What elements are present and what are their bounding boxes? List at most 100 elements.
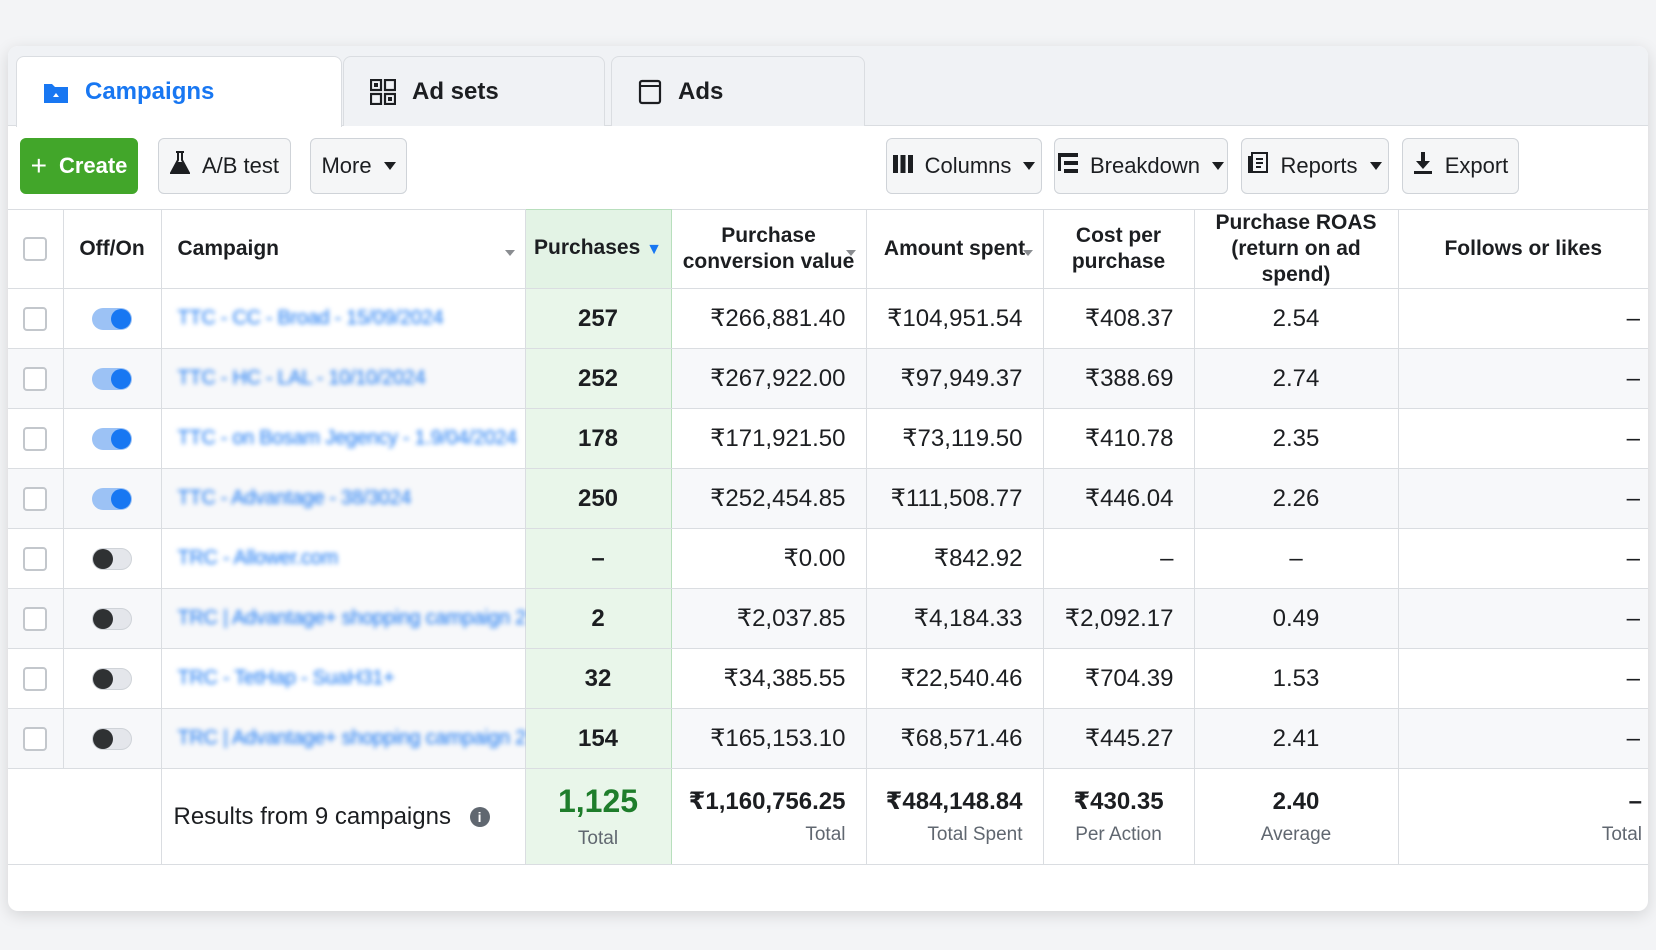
table-row[interactable]: TTC - Advantage - 38/3024 250 ₹252,454.85 ₹…	[8, 468, 1648, 529]
export-button[interactable]: Export	[1402, 138, 1519, 194]
header-follows[interactable]: Follows or likes	[1398, 209, 1648, 289]
conv-value-total-sub: Total	[805, 824, 846, 845]
row-checkbox[interactable]	[23, 607, 48, 632]
select-all-checkbox[interactable]	[23, 237, 48, 262]
header-amount-spent[interactable]: Amount spent	[866, 209, 1044, 289]
conversion-value-cell: ₹0.00	[671, 528, 867, 589]
header-roas-line2: (return on ad spend)	[1231, 237, 1361, 286]
chevron-down-icon	[1369, 162, 1382, 170]
row-checkbox[interactable]	[23, 307, 48, 332]
row-checkbox-cell	[8, 708, 64, 769]
more-label: More	[321, 153, 372, 178]
header-off-on: Off/On	[63, 209, 162, 289]
delivery-toggle[interactable]	[92, 428, 132, 451]
campaign-name-link[interactable]: TRC - Allower.com	[162, 547, 525, 570]
delivery-toggle[interactable]	[92, 308, 132, 331]
campaign-name-link[interactable]: TTC - CC - Broad - 15/09/2024	[162, 307, 525, 330]
header-conv-line2: conversion value	[682, 250, 855, 273]
header-campaign[interactable]: Campaign	[161, 209, 526, 289]
tab-campaigns[interactable]: Campaigns	[16, 56, 342, 127]
purchases-cell: 32	[524, 648, 672, 709]
roas-total: 2.40	[1272, 787, 1320, 815]
tab-ads[interactable]: Ads	[611, 56, 865, 126]
select-all-cell	[8, 209, 64, 289]
cost-per-purchase-cell: ₹704.39	[1043, 648, 1195, 709]
columns-button[interactable]: Columns	[886, 138, 1042, 194]
row-checkbox[interactable]	[23, 367, 48, 392]
toggle-knob	[93, 609, 113, 630]
breakdown-button[interactable]: Breakdown	[1054, 138, 1228, 194]
purchases-total-cell: 1,125 Total	[524, 768, 672, 865]
toggle-cell	[63, 348, 162, 409]
delivery-toggle[interactable]	[92, 368, 132, 391]
roas-total-cell: 2.40 Average	[1194, 768, 1399, 865]
header-purchases[interactable]: Purchases ▼	[524, 209, 672, 289]
header-amount-label: Amount spent	[883, 237, 1026, 260]
amount-spent-cell: ₹22,540.46	[866, 648, 1044, 709]
info-icon[interactable]: i	[469, 807, 490, 828]
header-conversion-value[interactable]: Purchase conversion value	[671, 209, 867, 289]
plus-icon: +	[30, 150, 47, 181]
table-row[interactable]: TTC - CC - Broad - 15/09/2024 257 ₹266,881…	[8, 288, 1648, 349]
toggle-cell	[63, 408, 162, 469]
delivery-toggle[interactable]	[92, 488, 132, 511]
conv-value-total-cell: ₹1,160,756.25 Total	[671, 768, 867, 865]
create-button[interactable]: + Create	[20, 138, 138, 194]
campaign-name-link[interactable]: TTC - HC - LAL - 10/10/2024	[162, 367, 525, 390]
campaign-name-link[interactable]: TTC - Advantage - 38/3024	[162, 487, 525, 510]
ab-test-button[interactable]: A/B test	[158, 138, 291, 194]
toggle-knob	[111, 489, 131, 510]
table-row[interactable]: TRC | Advantage+ shopping campaign 2790.…	[8, 708, 1648, 769]
campaigns-table: Off/On Campaign Purchases ▼ Purchase con…	[8, 209, 1648, 865]
results-label: Results from 9 campaigns	[173, 802, 451, 830]
toggle-knob	[93, 549, 113, 570]
campaign-name-link[interactable]: TRC | Advantage+ shopping campaign 2790.…	[162, 727, 525, 750]
tab-ad-sets[interactable]: Ad sets	[343, 56, 605, 126]
row-checkbox[interactable]	[23, 727, 48, 752]
row-checkbox[interactable]	[23, 487, 48, 512]
cost-total-sub: Per Action	[1075, 824, 1162, 845]
follows-cell: –	[1398, 648, 1648, 709]
row-checkbox[interactable]	[23, 667, 48, 692]
delivery-toggle[interactable]	[92, 728, 132, 751]
amount-spent-cell: ₹104,951.54	[866, 288, 1044, 349]
cost-per-purchase-cell: ₹410.78	[1043, 408, 1195, 469]
conversion-value-cell: ₹267,922.00	[671, 348, 867, 409]
more-button[interactable]: More	[310, 138, 407, 194]
campaign-name-cell: TTC - Advantage - 38/3024	[161, 468, 526, 529]
toggle-knob	[111, 429, 131, 450]
amount-spent-cell: ₹68,571.46	[866, 708, 1044, 769]
reports-button[interactable]: Reports	[1241, 138, 1389, 194]
reports-label: Reports	[1280, 153, 1358, 178]
delivery-toggle[interactable]	[92, 668, 132, 691]
campaign-name-link[interactable]: TRC - TetHap - SuaH31+	[162, 667, 525, 690]
table-row[interactable]: TTC - on Bosam Jegency - 1.9/04/2024 178 ₹…	[8, 408, 1648, 469]
row-checkbox-cell	[8, 288, 64, 349]
follows-cell: –	[1398, 588, 1648, 649]
table-row[interactable]: TRC - TetHap - SuaH31+ 32 ₹34,385.55 ₹22,54…	[8, 648, 1648, 709]
follows-cell: –	[1398, 528, 1648, 589]
purchases-cell: 252	[524, 348, 672, 409]
purchases-total-sub: Total	[577, 828, 619, 849]
ad-frame-icon	[638, 79, 662, 105]
campaign-name-link[interactable]: TRC | Advantage+ shopping campaign 2798.…	[162, 607, 525, 630]
delivery-toggle[interactable]	[92, 548, 132, 571]
table-row[interactable]: TTC - HC - LAL - 10/10/2024 252 ₹267,922.0…	[8, 348, 1648, 409]
table-row[interactable]: TRC | Advantage+ shopping campaign 2798.…	[8, 588, 1648, 649]
header-cost-line2: purchase	[1071, 250, 1166, 273]
row-checkbox[interactable]	[23, 427, 48, 452]
follows-cell: –	[1398, 348, 1648, 409]
folder-icon	[43, 80, 69, 104]
row-checkbox[interactable]	[23, 547, 48, 572]
columns-icon	[892, 153, 913, 179]
header-roas[interactable]: Purchase ROAS (return on ad spend)	[1194, 209, 1399, 289]
header-campaign-label: Campaign	[177, 237, 280, 260]
header-cost-line1: Cost per	[1075, 224, 1162, 247]
table-row[interactable]: TRC - Allower.com – ₹0.00 ₹842.92– – –	[8, 528, 1648, 589]
follows-total-cell: – Total	[1398, 768, 1648, 865]
header-cost-per-purchase[interactable]: Cost per purchase	[1043, 209, 1195, 289]
campaign-name-link[interactable]: TTC - on Bosam Jegency - 1.9/04/2024	[162, 427, 525, 450]
toggle-cell	[63, 708, 162, 769]
header-roas-line1: Purchase ROAS	[1215, 211, 1377, 234]
delivery-toggle[interactable]	[92, 608, 132, 631]
